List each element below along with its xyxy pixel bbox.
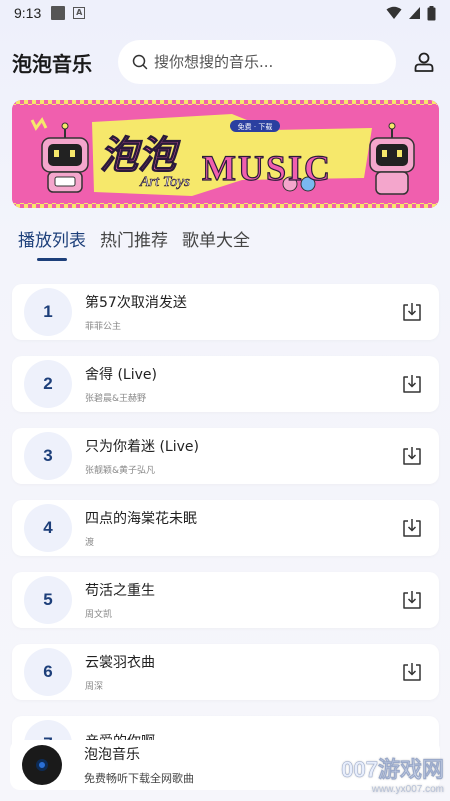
song-number: 2 bbox=[24, 360, 72, 408]
tab-playlist[interactable]: 播放列表 bbox=[18, 226, 86, 259]
song-artist: 张靓颖&黄子弘凡 bbox=[85, 466, 156, 476]
song-row[interactable]: 5 苟活之重生 周文凯 bbox=[12, 572, 439, 628]
song-title: 苟活之重生 bbox=[85, 583, 155, 599]
download-icon[interactable] bbox=[401, 517, 423, 539]
song-info: 舍得 (Live) 张碧晨&王赫野 bbox=[85, 364, 401, 404]
song-info: 第57次取消发送 菲菲公主 bbox=[85, 292, 401, 332]
song-title: 四点的海棠花未眠 bbox=[85, 511, 197, 527]
user-profile-button[interactable] bbox=[410, 48, 438, 76]
battery-icon bbox=[427, 5, 436, 20]
user-icon bbox=[414, 52, 434, 72]
song-title: 第57次取消发送 bbox=[85, 295, 187, 311]
song-row[interactable]: 3 只为你着迷 (Live) 张靓颖&黄子弘凡 bbox=[12, 428, 439, 484]
player-subtitle: 免费畅听下载全网歌曲 bbox=[84, 772, 194, 785]
song-info: 四点的海棠花未眠 渡 bbox=[85, 508, 401, 548]
watermark-main: 007游戏网 bbox=[341, 757, 444, 783]
player-info: 泡泡音乐 免费畅听下载全网歌曲 bbox=[84, 744, 194, 786]
song-number: 5 bbox=[24, 576, 72, 624]
notification-square-icon bbox=[51, 6, 66, 20]
song-info: 云裳羽衣曲 周深 bbox=[85, 652, 401, 692]
notification-a-icon: A bbox=[73, 7, 86, 19]
signal-icon bbox=[409, 7, 420, 19]
song-title: 舍得 (Live) bbox=[85, 367, 157, 383]
app-title: 泡泡音乐 bbox=[12, 51, 92, 76]
banner-music-text: MUSIC bbox=[202, 148, 332, 188]
watermark: 007游戏网 www.yx007.com bbox=[341, 752, 444, 795]
download-icon[interactable] bbox=[401, 661, 423, 683]
search-box[interactable] bbox=[118, 40, 396, 84]
download-icon[interactable] bbox=[401, 301, 423, 323]
song-artist: 周文凯 bbox=[85, 610, 113, 620]
download-icon[interactable] bbox=[401, 445, 423, 467]
song-row[interactable]: 2 舍得 (Live) 张碧晨&王赫野 bbox=[12, 356, 439, 412]
song-list: 1 第57次取消发送 菲菲公主 2 舍得 (Live) 张碧晨&王赫野 3 只为… bbox=[12, 284, 439, 788]
song-title: 只为你着迷 (Live) bbox=[85, 439, 199, 455]
tab-hot-recommend[interactable]: 热门推荐 bbox=[100, 226, 168, 259]
download-icon[interactable] bbox=[401, 589, 423, 611]
song-row[interactable]: 6 云裳羽衣曲 周深 bbox=[12, 644, 439, 700]
watermark-url: www.yx007.com bbox=[371, 784, 444, 795]
player-title: 泡泡音乐 bbox=[84, 747, 140, 763]
song-info: 只为你着迷 (Live) 张靓颖&黄子弘凡 bbox=[85, 436, 401, 476]
banner-brand-text: Art Toys bbox=[139, 174, 190, 190]
download-icon[interactable] bbox=[401, 373, 423, 395]
banner-artwork: 免费 · 下载 泡泡 MUSIC Art Toys bbox=[12, 100, 439, 208]
song-artist: 张碧晨&王赫野 bbox=[85, 394, 147, 404]
status-icons bbox=[386, 5, 436, 21]
banner-big-text: 泡泡 bbox=[100, 132, 181, 177]
status-time: 9:13 bbox=[14, 5, 42, 21]
wifi-icon bbox=[386, 6, 402, 19]
song-number: 6 bbox=[24, 648, 72, 696]
category-tabs: 播放列表 热门推荐 歌单大全 bbox=[18, 226, 250, 259]
header: 泡泡音乐 bbox=[0, 38, 450, 86]
banner-badge: 免费 · 下载 bbox=[238, 122, 273, 131]
status-bar: 9:13 A bbox=[0, 0, 450, 26]
search-input[interactable] bbox=[154, 53, 374, 71]
song-row[interactable]: 4 四点的海棠花未眠 渡 bbox=[12, 500, 439, 556]
album-disc-icon bbox=[22, 745, 62, 785]
song-number: 3 bbox=[24, 432, 72, 480]
tab-song-lists[interactable]: 歌单大全 bbox=[182, 226, 250, 259]
song-artist: 渡 bbox=[85, 538, 95, 548]
song-row[interactable]: 1 第57次取消发送 菲菲公主 bbox=[12, 284, 439, 340]
song-artist: 菲菲公主 bbox=[85, 322, 122, 332]
search-icon bbox=[132, 54, 148, 70]
song-number: 4 bbox=[24, 504, 72, 552]
song-artist: 周深 bbox=[85, 682, 104, 692]
song-info: 苟活之重生 周文凯 bbox=[85, 580, 401, 620]
song-number: 1 bbox=[24, 288, 72, 336]
song-title: 云裳羽衣曲 bbox=[85, 655, 155, 671]
promo-banner[interactable]: 免费 · 下载 泡泡 MUSIC Art Toys bbox=[12, 100, 439, 208]
